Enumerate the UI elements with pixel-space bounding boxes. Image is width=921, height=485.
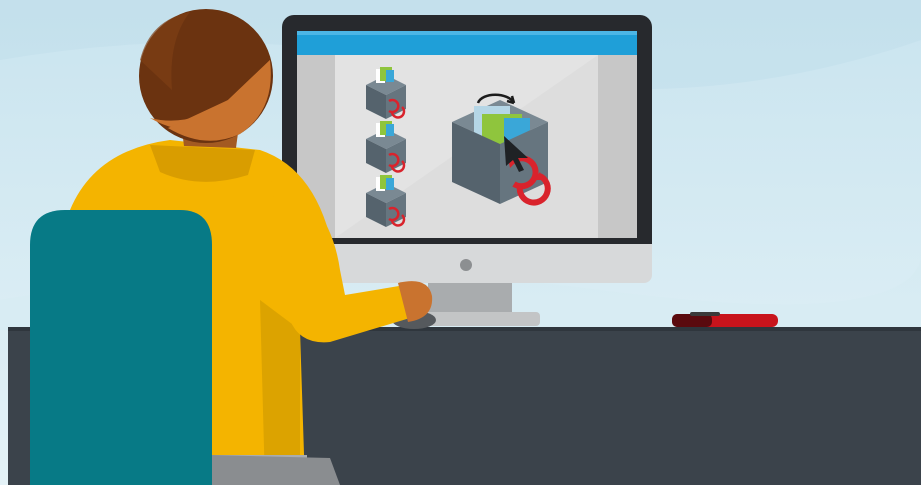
illustration-scene — [0, 0, 921, 485]
monitor — [282, 15, 652, 283]
pen — [672, 312, 778, 327]
monitor-power-button — [460, 259, 472, 271]
illustration-canvas — [0, 0, 921, 485]
screen-right-sidebar — [598, 55, 637, 238]
